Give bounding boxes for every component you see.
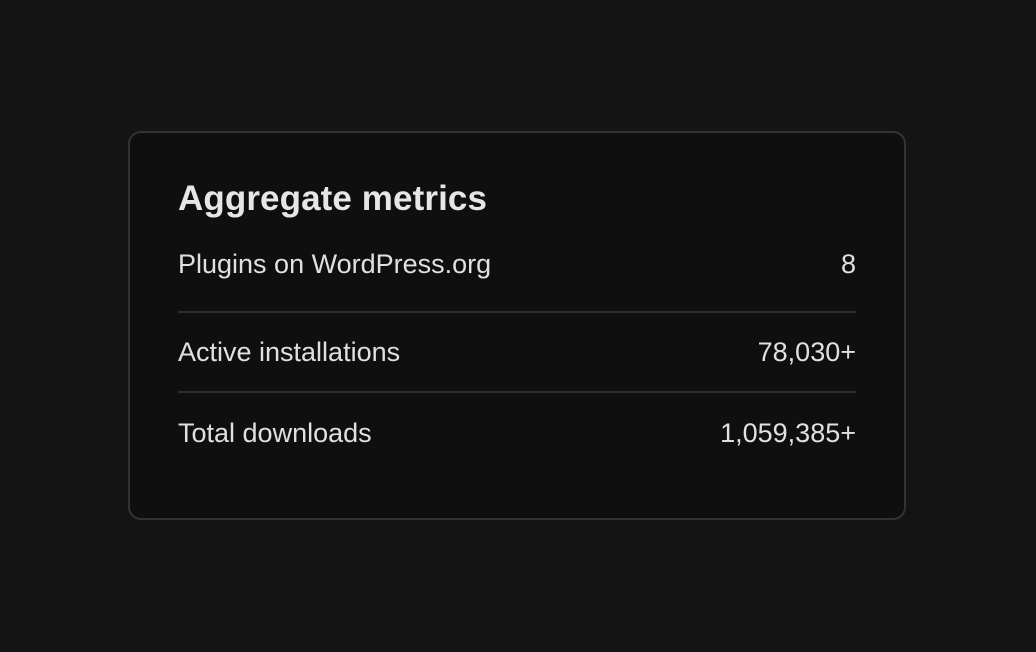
card-title: Aggregate metrics xyxy=(178,179,488,218)
metric-label: Active installations xyxy=(178,336,401,367)
metric-label: Total downloads xyxy=(178,417,372,448)
metric-row-plugins: Plugins on WordPress.org 8 xyxy=(178,245,856,313)
metric-value: 78,030+ xyxy=(757,336,856,367)
metric-row-active-installations: Active installations 78,030+ xyxy=(178,313,856,393)
metric-value: 8 xyxy=(840,249,856,279)
metric-row-total-downloads: Total downloads 1,059,385+ xyxy=(178,393,856,473)
aggregate-metrics-card: Aggregate metrics Plugins on WordPress.o… xyxy=(128,131,906,520)
metrics-list: Plugins on WordPress.org 8 Active instal… xyxy=(178,245,856,473)
metric-label: Plugins on WordPress.org xyxy=(178,249,492,279)
metric-value: 1,059,385+ xyxy=(720,417,856,448)
